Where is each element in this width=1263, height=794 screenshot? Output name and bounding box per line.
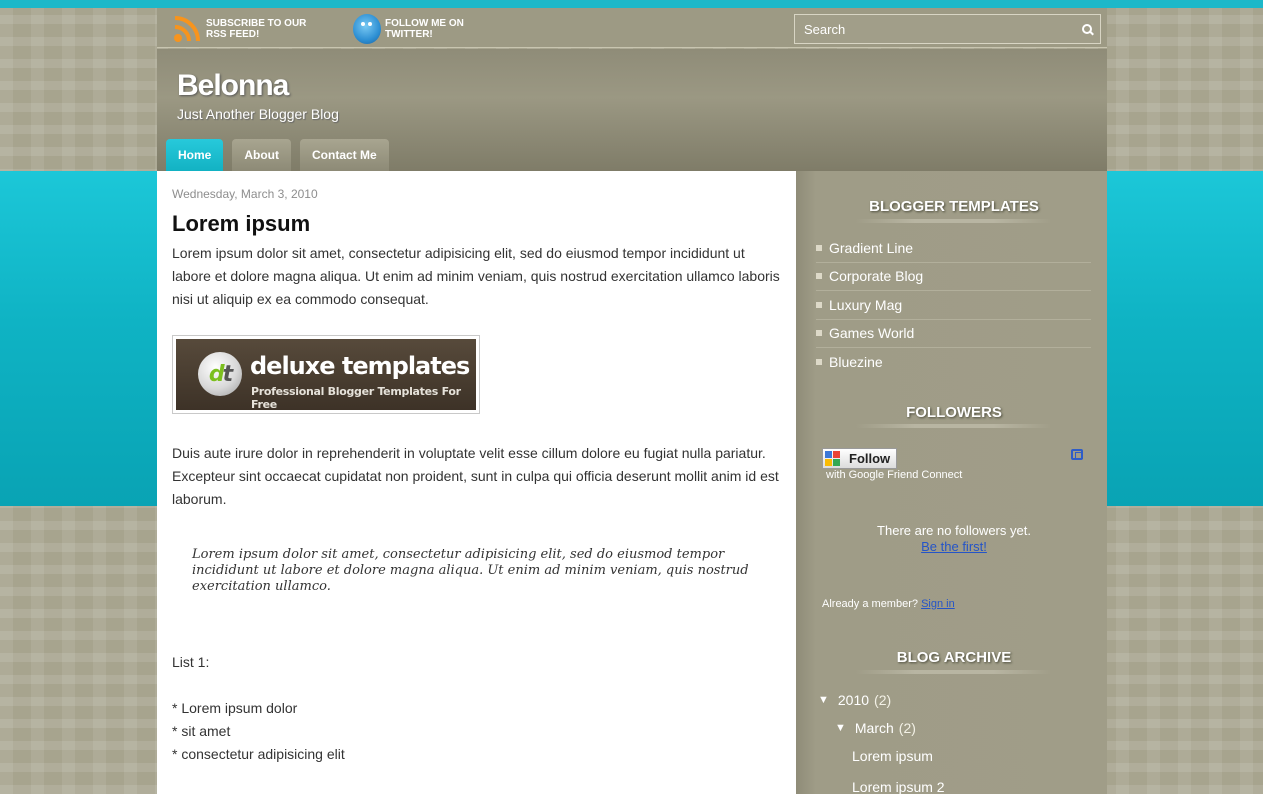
list-item[interactable]: Gradient Line (816, 234, 1091, 263)
list-item[interactable]: Luxury Mag (816, 291, 1091, 320)
follow-button[interactable]: Follow (822, 448, 898, 469)
tab-about[interactable]: About (232, 139, 291, 171)
templates-link-list: Gradient Line Corporate Blog Luxury Mag … (816, 234, 1091, 377)
archive-month[interactable]: March (855, 720, 894, 736)
post-body: Lorem ipsum dolor sit amet, consectetur … (172, 242, 781, 766)
template-link[interactable]: Corporate Blog (829, 268, 923, 284)
triangle-down-icon[interactable]: ▼ (818, 694, 829, 706)
already-member: Already a member? Sign in (822, 598, 955, 610)
banner-subtitle: Professional Blogger Templates For Free (251, 385, 461, 410)
twitter-label: FOLLOW ME ON TWITTER! (385, 18, 464, 40)
dt-logo-icon: dt (198, 352, 242, 396)
list-item[interactable]: Bluezine (816, 348, 1091, 377)
sidebar: BLOGGER TEMPLATES Gradient Line Corporat… (796, 171, 1107, 794)
popout-icon[interactable] (1071, 449, 1083, 460)
bullet-icon (816, 244, 822, 251)
bullet-icon (816, 359, 822, 366)
archive-year[interactable]: 2010 (838, 692, 869, 708)
archive-year-count: (2) (874, 692, 892, 708)
widget-title-blogger-templates: BLOGGER TEMPLATES (869, 198, 1039, 215)
follow-button-label: Follow (849, 451, 891, 466)
follow-subtext: with Google Friend Connect (826, 469, 963, 481)
post-title[interactable]: Lorem ipsum (172, 211, 781, 237)
sign-in-link[interactable]: Sign in (921, 598, 955, 610)
blog-title[interactable]: Belonna (177, 69, 289, 103)
triangle-down-icon[interactable]: ▼ (835, 722, 846, 734)
widget-divider (856, 670, 1052, 674)
search-box (794, 14, 1101, 44)
nav-tabs: Home About Contact Me (166, 139, 398, 171)
page-wrapper: SUBSCRIBE TO OUR RSS FEED! FOLLOW ME ON … (157, 8, 1107, 794)
deluxe-templates-banner[interactable]: dt deluxe templates Professional Blogger… (172, 335, 480, 414)
rss-icon (172, 14, 202, 44)
list-item[interactable]: Corporate Blog (816, 263, 1091, 291)
template-link[interactable]: Gradient Line (829, 240, 913, 256)
be-first-link[interactable]: Be the first! (921, 539, 987, 554)
blog-header: Belonna Just Another Blogger Blog Home A… (157, 49, 1107, 171)
tab-contact-me[interactable]: Contact Me (300, 139, 389, 171)
widget-title-followers: FOLLOWERS (906, 404, 1002, 421)
twitter-link[interactable]: FOLLOW ME ON TWITTER! (353, 14, 495, 44)
search-icon[interactable] (1074, 15, 1100, 43)
list-item[interactable]: Games World (816, 320, 1091, 348)
list-item: * sit amet (172, 723, 231, 739)
post-list: * Lorem ipsum dolor * sit amet * consect… (172, 697, 781, 766)
rss-feed-link[interactable]: SUBSCRIBE TO OUR RSS FEED! (172, 14, 316, 44)
bullet-icon (816, 273, 822, 280)
main-post-area: Wednesday, March 3, 2010 Lorem ipsum Lor… (157, 171, 796, 794)
archive-post-link[interactable]: Lorem ipsum (852, 748, 933, 764)
already-member-text: Already a member? (822, 598, 918, 610)
post-blockquote: Lorem ipsum dolor sit amet, consectetur … (192, 547, 749, 594)
widget-title-blog-archive: BLOG ARCHIVE (896, 649, 1012, 666)
bullet-icon (816, 330, 822, 337)
archive-month-row[interactable]: ▼ March (2) (835, 720, 916, 736)
post-paragraph-1: Lorem ipsum dolor sit amet, consectetur … (172, 245, 780, 307)
list-item: * Lorem ipsum dolor (172, 700, 298, 716)
template-link[interactable]: Luxury Mag (829, 297, 902, 313)
bullet-icon (816, 301, 822, 308)
archive-month-count: (2) (898, 720, 916, 736)
widget-divider (856, 424, 1052, 428)
top-accent-strip (0, 0, 1263, 8)
post-paragraph-2: Duis aute irure dolor in reprehenderit i… (172, 445, 779, 507)
top-bar: SUBSCRIBE TO OUR RSS FEED! FOLLOW ME ON … (157, 8, 1107, 48)
tab-home[interactable]: Home (166, 139, 224, 171)
list-item: * consectetur adipisicing elit (172, 746, 345, 762)
rss-feed-label: SUBSCRIBE TO OUR RSS FEED! (206, 18, 307, 40)
post-date: Wednesday, March 3, 2010 (172, 187, 318, 201)
twitter-bird-icon (353, 14, 381, 44)
google-friend-connect-icon (825, 450, 841, 467)
archive-post-link[interactable]: Lorem ipsum 2 (852, 779, 945, 794)
list-title: List 1: (172, 654, 210, 670)
archive-year-row[interactable]: ▼ 2010 (2) (818, 692, 891, 708)
widget-divider (856, 219, 1052, 223)
search-input[interactable] (795, 15, 1074, 43)
template-link[interactable]: Games World (829, 325, 914, 341)
template-link[interactable]: Bluezine (829, 354, 883, 370)
no-followers-text: There are no followers yet. (877, 523, 1031, 538)
banner-title: deluxe templates (250, 352, 470, 380)
be-first-link-container: Be the first! (796, 539, 1112, 554)
blog-description: Just Another Blogger Blog (177, 106, 339, 122)
banner-image: dt deluxe templates Professional Blogger… (176, 339, 476, 410)
